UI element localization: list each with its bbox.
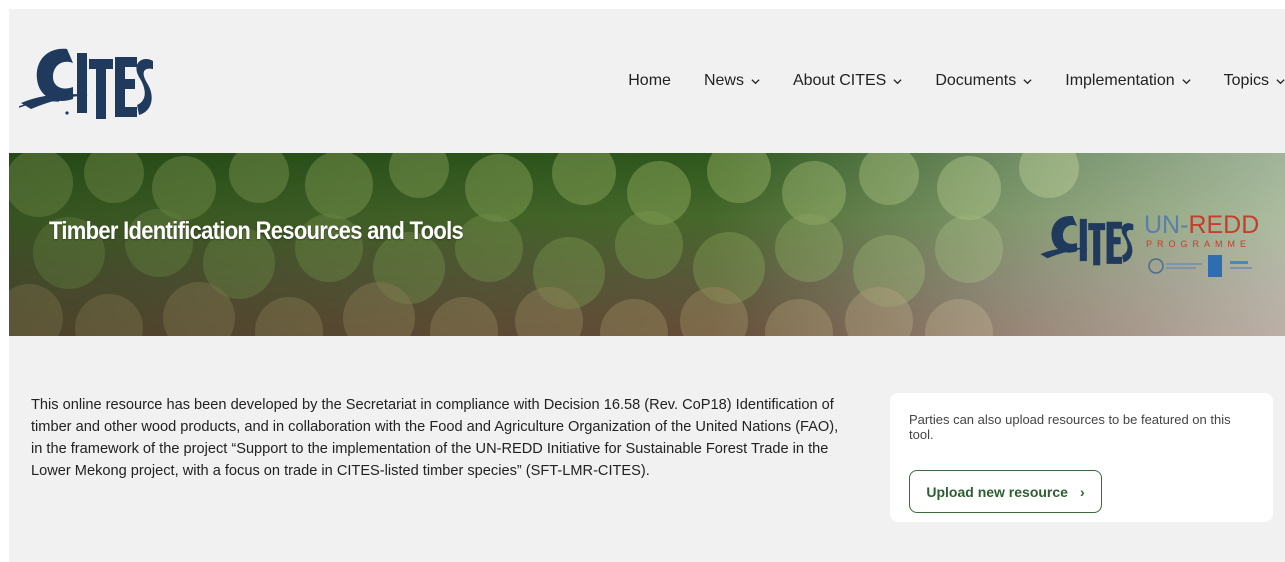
un-redd-logo-text: UN-REDD bbox=[1144, 211, 1259, 240]
upload-card: Parties can also upload resources to be … bbox=[890, 393, 1273, 522]
nav-about-cites[interactable]: About CITES bbox=[793, 72, 902, 90]
chevron-down-icon bbox=[1276, 78, 1285, 84]
upload-button-label: Upload new resource bbox=[926, 483, 1068, 500]
partner-emblems bbox=[1148, 255, 1252, 277]
nav-topics[interactable]: Topics bbox=[1224, 72, 1285, 90]
nav-home[interactable]: Home bbox=[628, 72, 671, 90]
redd-label: REDD bbox=[1188, 211, 1260, 239]
chevron-down-icon bbox=[1182, 78, 1191, 84]
chevron-down-icon bbox=[751, 78, 760, 84]
chevron-down-icon bbox=[1023, 78, 1032, 84]
nav-news-label: News bbox=[703, 72, 744, 89]
intro-paragraph: This online resource has been developed … bbox=[31, 397, 839, 479]
upload-new-resource-button[interactable]: Upload new resource › bbox=[909, 470, 1102, 513]
upload-description: Parties can also upload resources to be … bbox=[909, 412, 1231, 442]
page: Home News About CITES Documents Implemen… bbox=[9, 9, 1285, 562]
nav-implementation[interactable]: Implementation bbox=[1065, 72, 1191, 90]
programme-label: PROGRAMME bbox=[1146, 239, 1252, 249]
nav-about-cites-label: About CITES bbox=[792, 72, 887, 89]
main-nav: Home News About CITES Documents Implemen… bbox=[595, 67, 1285, 95]
nav-documents[interactable]: Documents bbox=[935, 72, 1032, 90]
chevron-down-icon bbox=[893, 78, 902, 84]
site-header: Home News About CITES Documents Implemen… bbox=[9, 9, 1285, 153]
nav-documents-label: Documents bbox=[935, 72, 1017, 89]
nav-implementation-label: Implementation bbox=[1065, 72, 1175, 89]
nav-home-label: Home bbox=[628, 72, 671, 89]
cites-logo[interactable] bbox=[19, 43, 154, 123]
un-label: UN- bbox=[1144, 211, 1189, 239]
nav-topics-label: Topics bbox=[1223, 72, 1269, 89]
hero-banner: Timber Identification Resources and Tool… bbox=[9, 153, 1285, 336]
cites-partner-logo bbox=[1040, 215, 1134, 266]
nav-news[interactable]: News bbox=[704, 72, 760, 90]
chevron-right-icon: › bbox=[1079, 483, 1085, 500]
page-title: Timber Identification Resources and Tool… bbox=[49, 217, 464, 245]
